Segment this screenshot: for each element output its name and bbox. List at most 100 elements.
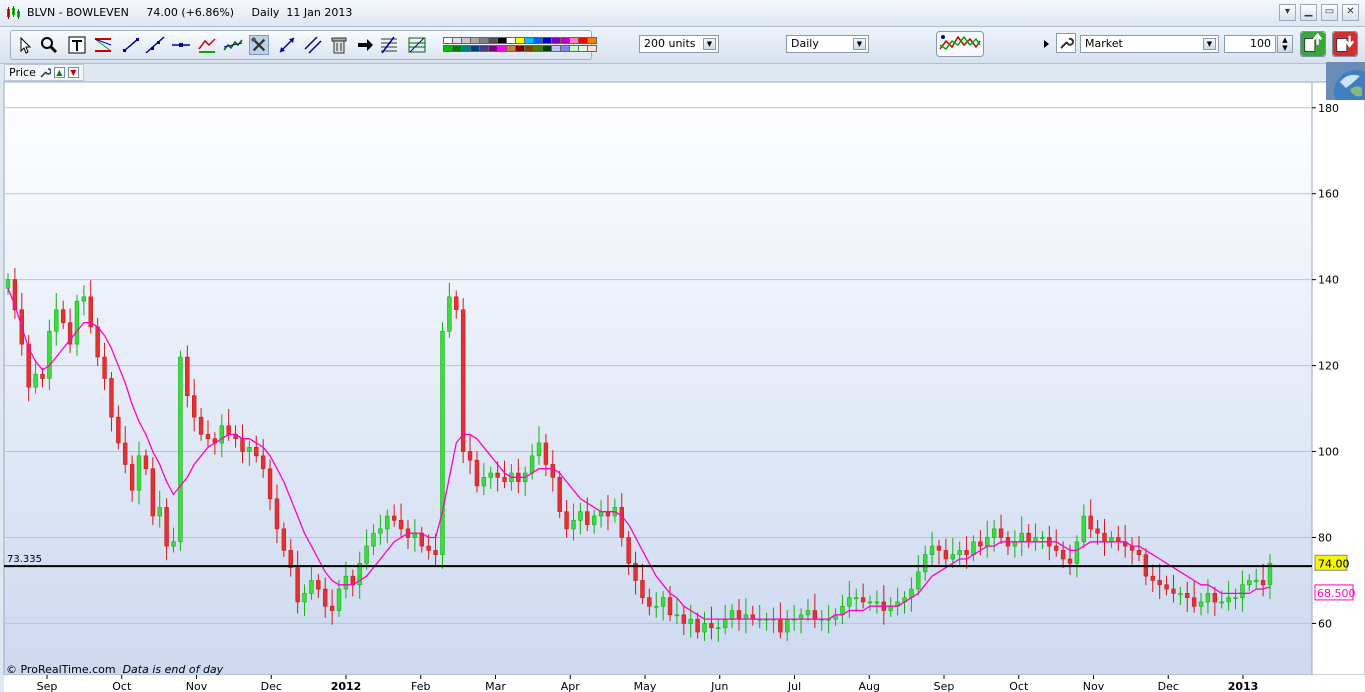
fibonacci-icon[interactable]	[379, 35, 399, 55]
trash-icon[interactable]	[329, 35, 349, 55]
tools-icon[interactable]	[249, 35, 269, 55]
sell-button[interactable]	[1332, 31, 1358, 57]
candle-body	[123, 442, 128, 465]
data-note: Data is end of day	[122, 663, 224, 676]
chevron-down-icon: ▼	[1203, 38, 1216, 50]
period-select[interactable]: Daily ▼	[786, 35, 869, 53]
color-swatch[interactable]	[587, 45, 597, 52]
candle-body	[60, 309, 66, 323]
indicators-icon[interactable]	[936, 31, 984, 57]
candle-body	[964, 550, 969, 555]
x-tick-label: Dec	[1158, 680, 1179, 692]
candle-body	[219, 425, 224, 444]
panel-label: Price	[9, 66, 36, 79]
candle-body	[288, 550, 293, 568]
candle-body	[192, 395, 197, 418]
candle-body	[1102, 532, 1107, 543]
candle-body	[647, 597, 652, 607]
candle-body	[936, 545, 942, 551]
period-select-value: Daily	[791, 37, 819, 50]
candle-body	[1254, 580, 1259, 582]
candle-body	[336, 588, 342, 611]
line-icon[interactable]	[145, 35, 165, 55]
candle-body	[371, 532, 376, 547]
candle-body	[398, 520, 404, 530]
channel-icon[interactable]	[197, 35, 217, 55]
pointer-icon[interactable]	[15, 35, 35, 55]
parallel-icon[interactable]	[303, 35, 323, 55]
candle-body	[495, 472, 500, 478]
quantity-stepper[interactable]: ▲ ▼	[1277, 35, 1293, 53]
candle-body	[109, 378, 114, 418]
wrench-icon[interactable]	[39, 67, 51, 79]
collapse-arrow-icon[interactable]	[1043, 30, 1050, 58]
candle-body	[778, 618, 783, 633]
arrows-icon[interactable]	[277, 35, 297, 55]
candle-body	[1060, 550, 1066, 560]
candle-body	[281, 528, 287, 551]
color-swatch[interactable]	[587, 37, 597, 44]
candle-body	[1185, 593, 1190, 598]
candle-body	[1247, 580, 1252, 586]
candle-body	[854, 597, 859, 599]
maximize-button[interactable]: ▭	[1321, 4, 1338, 21]
arrow-down-icon[interactable]: ▼	[67, 67, 79, 78]
candle-body	[985, 537, 990, 547]
candle-body	[481, 477, 487, 487]
arrow-right-icon[interactable]	[355, 35, 375, 55]
wrench-icon[interactable]	[1056, 33, 1076, 53]
retracement-icon[interactable]	[407, 35, 427, 55]
x-tick-label: Dec	[261, 680, 282, 692]
candle-body	[598, 511, 604, 517]
segment-icon[interactable]	[121, 35, 141, 55]
candle-body	[267, 468, 273, 500]
dropdown-window-button[interactable]: ▾	[1279, 4, 1296, 21]
chevron-down-icon: ▼	[703, 38, 716, 50]
zoom-icon[interactable]	[39, 35, 59, 55]
quantity-input[interactable]: 100	[1224, 35, 1276, 53]
minimize-button[interactable]: ▁	[1300, 4, 1317, 21]
candle-body	[185, 356, 190, 396]
close-button[interactable]: ✕	[1342, 4, 1359, 21]
candle-body	[343, 575, 349, 590]
horizontal-line-icon[interactable]	[171, 35, 191, 55]
units-select-value: 200 units	[644, 37, 696, 50]
x-tick-label: Nov	[1083, 680, 1105, 692]
y-tick-label: 120	[1318, 360, 1339, 373]
window-controls: ▾ ▁ ▭ ✕	[1279, 4, 1359, 21]
x-tick-label: May	[634, 680, 657, 692]
price-chart[interactable]: 60 80 100 120 140 160 180 Sep Oct Nov Dec 2012 Feb Ma…	[0, 64, 1365, 692]
candle-body	[860, 597, 866, 603]
candle-body	[433, 550, 438, 555]
candle-body	[426, 545, 431, 551]
fan-icon[interactable]	[93, 35, 113, 55]
x-tick-label: Jul	[787, 680, 801, 692]
candle-body	[736, 610, 742, 620]
candle-body	[729, 610, 735, 620]
candle-body	[1226, 597, 1231, 603]
candle-body	[867, 601, 873, 604]
text-icon[interactable]	[67, 35, 87, 55]
units-select[interactable]: 200 units ▼	[639, 35, 719, 53]
trend-icon[interactable]	[223, 35, 243, 55]
drawing-tools-group	[10, 30, 597, 60]
buy-button[interactable]	[1300, 31, 1326, 57]
candle-body	[585, 511, 590, 525]
candle-body	[543, 442, 549, 465]
candlestick-app-icon	[7, 6, 20, 19]
candle-body	[488, 472, 493, 478]
candle-body	[116, 416, 121, 444]
candle-body	[1095, 528, 1100, 534]
candle-body	[1164, 584, 1169, 590]
candle-body	[1205, 593, 1211, 603]
y-tick-label: 140	[1318, 274, 1339, 287]
x-tick-label: Oct	[112, 680, 132, 692]
order-type-select[interactable]: Market ▼	[1080, 35, 1219, 53]
candle-body	[874, 601, 880, 604]
candle-body	[667, 597, 673, 616]
candle-body	[74, 300, 80, 345]
candle-body	[654, 605, 659, 608]
arrow-up-icon[interactable]: ▲	[53, 67, 65, 78]
candle-body	[805, 610, 811, 616]
source-credit: © ProRealTime.com	[6, 663, 116, 676]
